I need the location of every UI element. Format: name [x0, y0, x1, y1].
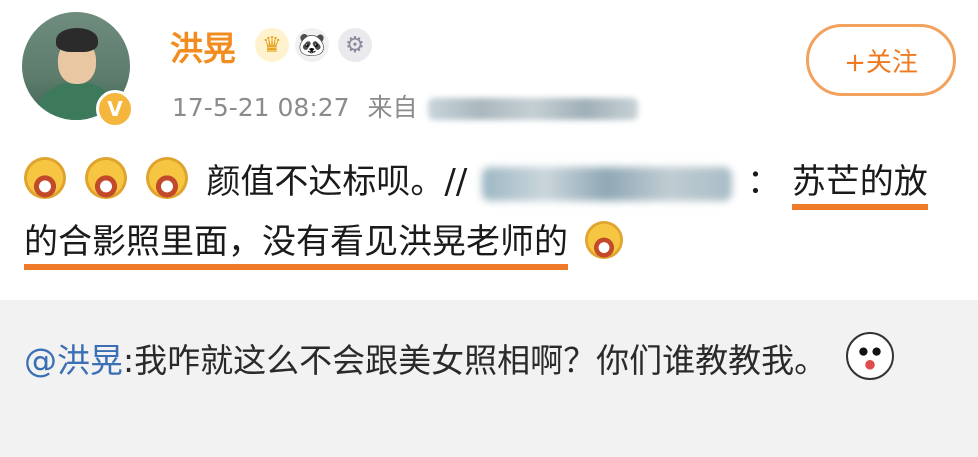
post-content: 颜值不达标呗。// ： 苏芒的放 的合影照里面，没有看见洪晃老师的 [24, 152, 964, 272]
follow-button[interactable]: +关注 [806, 24, 956, 96]
confused-emoji-icon [584, 221, 623, 259]
timestamp: 17-5-21 08:27 [172, 93, 350, 122]
panda-icon: 🐼 [295, 28, 329, 62]
crown-icon: ♛ [255, 28, 289, 62]
highlight-2: 的合影照里面，没有看见洪晃老师的 [24, 222, 568, 270]
quote-body: :我咋就这么不会跟美女照相啊？你们谁教教我。 [123, 341, 828, 380]
laugh-emoji-icon [145, 157, 188, 199]
medal-icon: ⚙ [338, 28, 372, 62]
blurred-username [482, 166, 733, 201]
post-meta: 17-5-21 08:27 来自 [172, 88, 638, 124]
source-label: 来自 [367, 93, 418, 122]
blurred-source [427, 98, 638, 120]
content-line1: 颜值不达标呗。// [206, 162, 468, 202]
quoted-text: @洪晃:我咋就这么不会跟美女照相啊？你们谁教教我。 [24, 332, 944, 390]
weibo-post: V 洪晃 ♛ 🐼 ⚙ 17-5-21 08:27 来自 +关注 颜值不达标呗。/… [0, 0, 978, 300]
verified-v-icon: V [96, 90, 134, 128]
mention-link[interactable]: @洪晃 [24, 341, 123, 380]
laugh-emoji-icon [84, 157, 127, 199]
panda-emoji-icon [845, 332, 894, 380]
laugh-emoji-icon [24, 157, 66, 199]
highlight-1: 苏芒的放 [791, 162, 928, 210]
content-colon: ： [746, 162, 781, 202]
quoted-post[interactable]: @洪晃:我咋就这么不会跟美女照相啊？你们谁教教我。 [0, 300, 978, 457]
author-name[interactable]: 洪晃 [170, 22, 236, 70]
avatar-hair [56, 28, 98, 52]
